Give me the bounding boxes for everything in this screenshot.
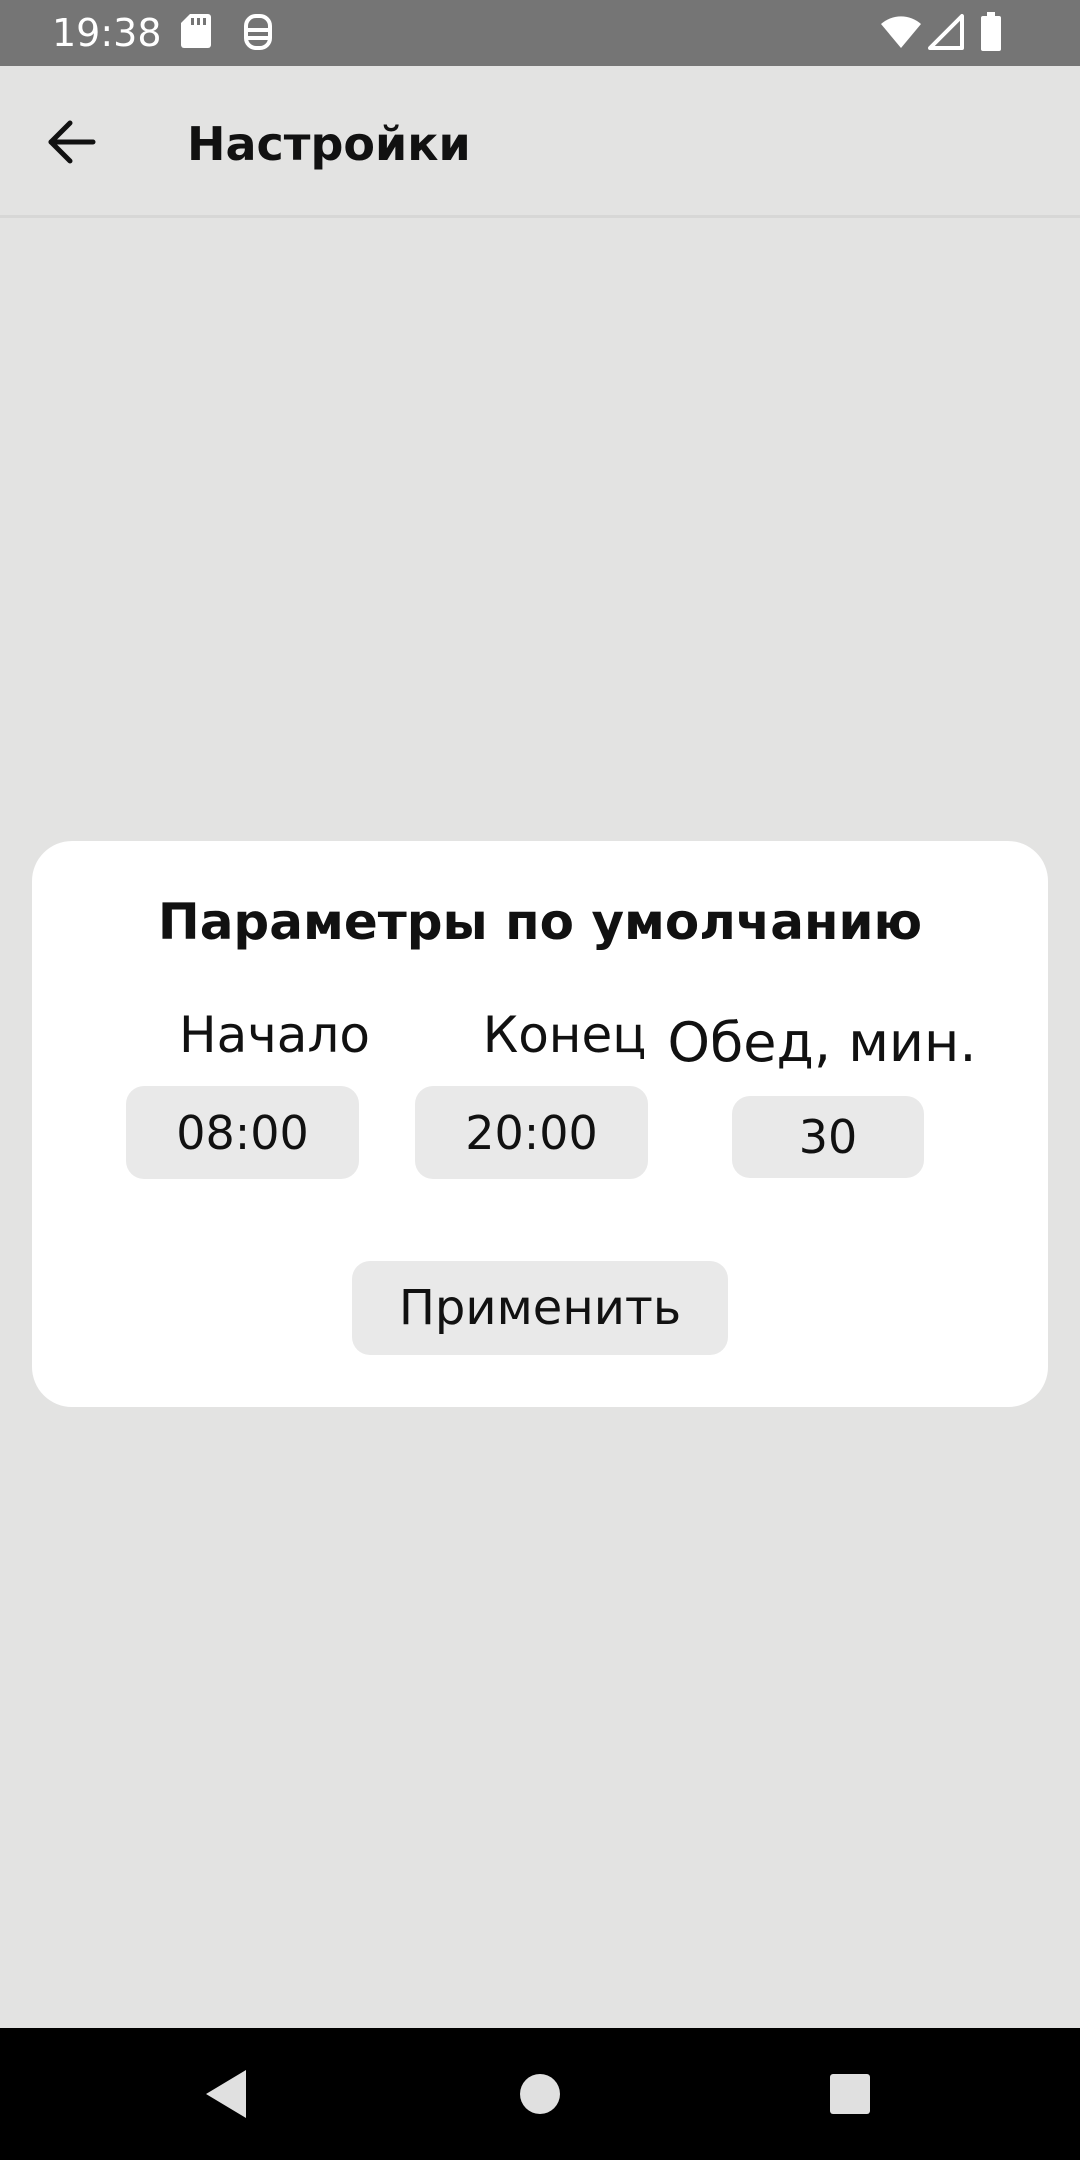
default-params-card: Параметры по умолчанию Начало 08:00 Коне… — [32, 841, 1048, 1407]
battery-icon — [981, 12, 1001, 51]
page-title: Настройки — [187, 117, 471, 171]
navigation-bar — [0, 2028, 1080, 2160]
end-time-field[interactable]: 20:00 — [415, 1086, 648, 1179]
debug-icon — [244, 14, 272, 50]
signal-icon — [928, 14, 964, 50]
arrow-back-icon — [48, 120, 96, 164]
lunch-minutes-field[interactable]: 30 — [732, 1096, 924, 1178]
app-bar: Настройки — [0, 66, 1080, 218]
status-time: 19:38 — [52, 11, 162, 55]
recents-square-icon[interactable] — [820, 2064, 880, 2124]
start-time-field[interactable]: 08:00 — [126, 1086, 359, 1179]
lunch-label: Обед, мин. — [667, 1011, 977, 1074]
home-circle-icon[interactable] — [510, 2064, 570, 2124]
back-button[interactable] — [30, 100, 114, 184]
start-label: Начало — [179, 1006, 370, 1064]
wifi-icon — [881, 16, 921, 48]
back-triangle-icon[interactable] — [196, 2064, 256, 2124]
apply-button[interactable]: Применить — [352, 1261, 728, 1355]
card-title: Параметры по умолчанию — [157, 893, 923, 951]
status-bar: 19:38 — [0, 0, 1080, 66]
sd-card-icon — [181, 14, 211, 48]
